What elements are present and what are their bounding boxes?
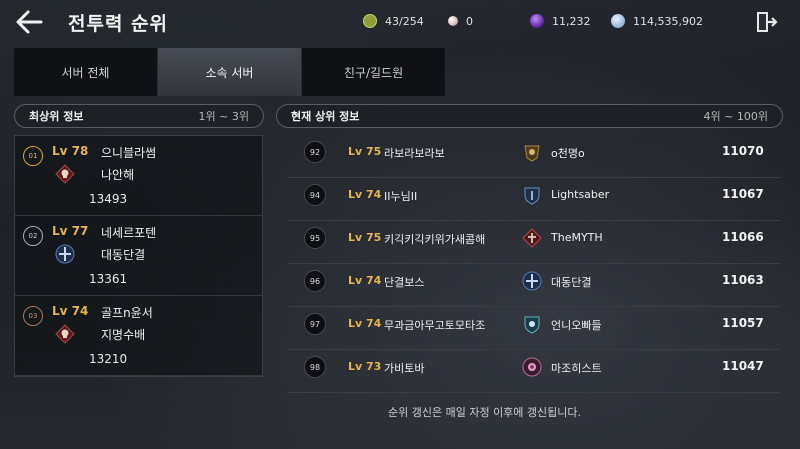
top-section-range: 1위 ~ 3위 (198, 110, 249, 123)
player-power: 11063 (722, 273, 764, 287)
top-bar: 전투력 순위 43/254 0 11,232 114,535,902 (0, 0, 800, 44)
top-players-list: 01 Lv 78 으니블라썸 나안해 13493 02 Lv 77 네세르포텐 … (14, 135, 263, 377)
player-name: 키긱키긱키위가새콤해 (384, 233, 486, 246)
player-power: 13493 (89, 192, 128, 206)
pearl-resource: 0 (448, 12, 473, 30)
rank-number: 98 (304, 356, 326, 378)
exit-button[interactable] (754, 10, 778, 34)
rank-row[interactable]: 95 Lv 75 키긱키긱키위가새콤해 TheMYTH 11066 (288, 221, 780, 264)
player-name: 라보라보라보 (384, 147, 445, 160)
tab-friends-guild[interactable]: 친구/길드원 (302, 48, 446, 96)
cross-emblem-icon (522, 271, 542, 291)
rank-number: 95 (304, 227, 326, 249)
tab-bar: 서버 전체 소속 서버 친구/길드원 (14, 48, 446, 96)
player-level: Lv 74 (52, 304, 89, 318)
stamina-value: 43/254 (385, 14, 424, 28)
player-power: 11066 (722, 230, 764, 244)
silver-icon (611, 14, 625, 28)
player-power: 13361 (89, 272, 128, 286)
top-player-item[interactable]: 03 Lv 74 골프n윤서 지명수배 13210 (15, 296, 262, 376)
page-title: 전투력 순위 (68, 13, 169, 35)
shield-emblem-icon (524, 187, 540, 205)
cross-emblem-icon (55, 244, 75, 264)
player-name: 단결보스 (384, 276, 425, 289)
top-section-title: 최상위 정보 (29, 110, 84, 123)
stamina-icon (363, 14, 377, 28)
crystal-icon (530, 14, 544, 28)
player-name: 네세르포텐 (101, 226, 157, 240)
rank-number: 92 (304, 141, 326, 163)
rank-row[interactable]: 96 Lv 74 단결보스 대동단결 11063 (288, 264, 780, 307)
rank-number: 96 (304, 270, 326, 292)
guild-name: TheMYTH (551, 231, 603, 244)
player-level: Lv 77 (52, 224, 89, 238)
tab-all-servers[interactable]: 서버 전체 (14, 48, 158, 96)
guild-name: 나안해 (101, 168, 135, 182)
rank-medal-bronze: 03 (23, 306, 43, 326)
guild-name: 지명수배 (101, 328, 146, 342)
top-player-item[interactable]: 02 Lv 77 네세르포텐 대동단결 13361 (15, 216, 262, 296)
player-power: 11067 (722, 187, 764, 201)
top-section-header: 최상위 정보 1위 ~ 3위 (14, 104, 264, 128)
guild-name: 언니오빠들 (551, 319, 602, 332)
rank-medal-silver: 02 (23, 226, 43, 246)
rank-row[interactable]: 98 Lv 73 가비토바 마조히스트 11047 (288, 350, 780, 393)
back-arrow-icon (16, 10, 43, 34)
silver-value: 114,535,902 (633, 14, 703, 28)
guild-name: 대동단결 (101, 248, 146, 262)
player-level: Lv 74 (348, 188, 382, 201)
pearl-value: 0 (466, 14, 473, 28)
player-power: 11070 (722, 144, 764, 158)
player-level: Lv 74 (348, 274, 382, 287)
crystal-value: 11,232 (552, 14, 591, 28)
player-name: 무과금아무고토모타조 (384, 319, 486, 332)
cross-emblem-icon (522, 228, 542, 248)
rank-row[interactable]: 94 Lv 74 II누님II Lightsaber 11067 (288, 178, 780, 221)
rose-emblem-icon (522, 357, 542, 377)
pearl-icon (448, 16, 458, 26)
rank-row[interactable]: 97 Lv 74 무과금아무고토모타조 언니오빠들 11057 (288, 307, 780, 350)
update-notice: 순위 갱신은 매일 자정 이후에 갱신됩니다. (388, 406, 582, 419)
silver-resource: 114,535,902 (611, 12, 703, 30)
tab-my-server[interactable]: 소속 서버 (158, 48, 302, 96)
rank-section-title: 현재 상위 정보 (291, 110, 360, 123)
skull-emblem-icon (55, 164, 75, 184)
player-power: 11047 (722, 359, 764, 373)
player-power: 13210 (89, 352, 128, 366)
stamina-resource: 43/254 (363, 12, 424, 30)
rank-section-header: 현재 상위 정보 4위 ~ 100위 (276, 104, 783, 128)
player-name: 골프n윤서 (101, 306, 153, 320)
shield-emblem-icon (524, 316, 540, 334)
player-level: Lv 74 (348, 317, 382, 330)
back-button[interactable] (14, 8, 48, 36)
helm-emblem-icon (524, 145, 540, 162)
player-level: Lv 75 (348, 231, 382, 244)
player-level: Lv 75 (348, 145, 382, 158)
player-level: Lv 78 (52, 144, 89, 158)
player-name: 으니블라썸 (101, 146, 157, 160)
player-power: 11057 (722, 316, 764, 330)
exit-door-icon (757, 12, 778, 32)
crystal-resource: 11,232 (530, 12, 591, 30)
guild-name: o천명o (551, 147, 585, 160)
skull-emblem-icon (55, 324, 75, 344)
rank-number: 94 (304, 184, 326, 206)
rank-medal-gold: 01 (23, 146, 43, 166)
player-name: 가비토바 (384, 362, 425, 375)
player-name: II누님II (384, 190, 418, 203)
guild-name: 대동단결 (551, 276, 592, 289)
guild-name: 마조히스트 (551, 362, 602, 375)
rank-row[interactable]: 92 Lv 75 라보라보라보 o천명o 11070 (288, 135, 780, 178)
top-player-item[interactable]: 01 Lv 78 으니블라썸 나안해 13493 (15, 136, 262, 216)
player-level: Lv 73 (348, 360, 382, 373)
rank-number: 97 (304, 313, 326, 335)
guild-name: Lightsaber (551, 188, 610, 201)
rank-section-range: 4위 ~ 100위 (703, 110, 768, 123)
